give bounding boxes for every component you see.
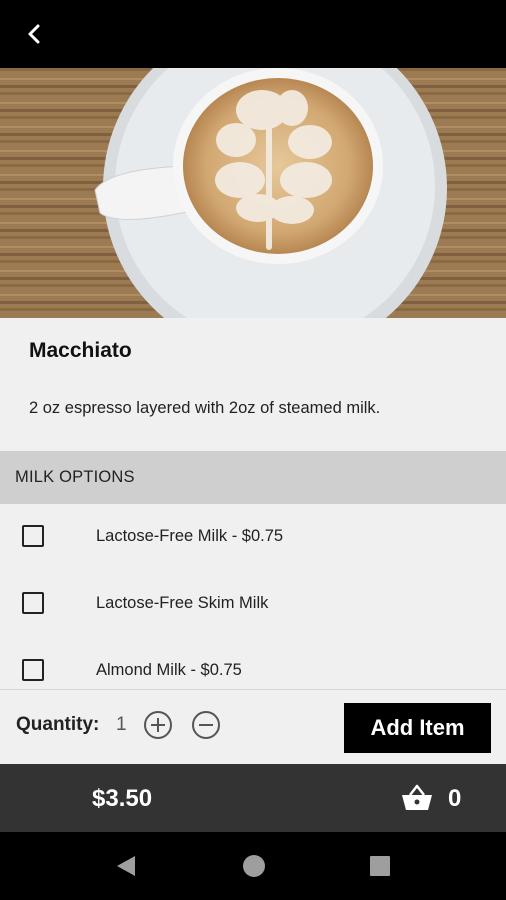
option-label: Almond Milk - $0.75: [96, 661, 242, 679]
shopping-basket-icon: [402, 784, 432, 810]
back-button[interactable]: [16, 16, 52, 52]
add-item-button[interactable]: Add Item: [344, 703, 491, 753]
decrement-button[interactable]: [191, 710, 221, 740]
milk-options-header-label: MILK OPTIONS: [15, 468, 135, 486]
square-recents-icon: [370, 856, 390, 876]
chevron-left-icon: [28, 24, 40, 44]
plus-circle-icon: [144, 711, 172, 739]
increment-button[interactable]: [143, 710, 173, 740]
product-title: Macchiato: [29, 339, 132, 362]
option-lactose-free-milk[interactable]: Lactose-Free Milk - $0.75: [0, 509, 506, 569]
lactose-free-milk-checkbox[interactable]: [22, 525, 44, 547]
cart-button[interactable]: [400, 783, 434, 813]
quantity-label: Quantity:: [16, 714, 100, 735]
cart-bar: $3.50 0: [0, 764, 506, 832]
lactose-free-skim-milk-checkbox[interactable]: [22, 592, 44, 614]
triangle-back-icon: [117, 856, 135, 876]
cart-total: $3.50: [92, 785, 153, 812]
option-label: Lactose-Free Milk - $0.75: [96, 527, 284, 545]
product-image: [0, 68, 506, 318]
cart-count: 0: [448, 785, 462, 812]
option-lactose-free-skim-milk[interactable]: Lactose-Free Skim Milk: [0, 576, 506, 636]
nav-back-button[interactable]: [112, 852, 140, 880]
system-navigation-bar: [0, 832, 506, 900]
product-description: 2 oz espresso layered with 2oz of steame…: [29, 399, 381, 417]
top-app-bar: [0, 0, 506, 68]
almond-milk-checkbox[interactable]: [22, 659, 44, 681]
nav-recents-button[interactable]: [366, 852, 394, 880]
minus-circle-icon: [192, 711, 220, 739]
circle-home-icon: [243, 855, 265, 877]
quantity-bar: Quantity: 1 Add Item: [0, 689, 506, 765]
option-label: Lactose-Free Skim Milk: [96, 594, 269, 612]
quantity-value: 1: [116, 714, 127, 735]
milk-options-header: MILK OPTIONS: [0, 451, 506, 504]
nav-home-button[interactable]: [240, 852, 268, 880]
